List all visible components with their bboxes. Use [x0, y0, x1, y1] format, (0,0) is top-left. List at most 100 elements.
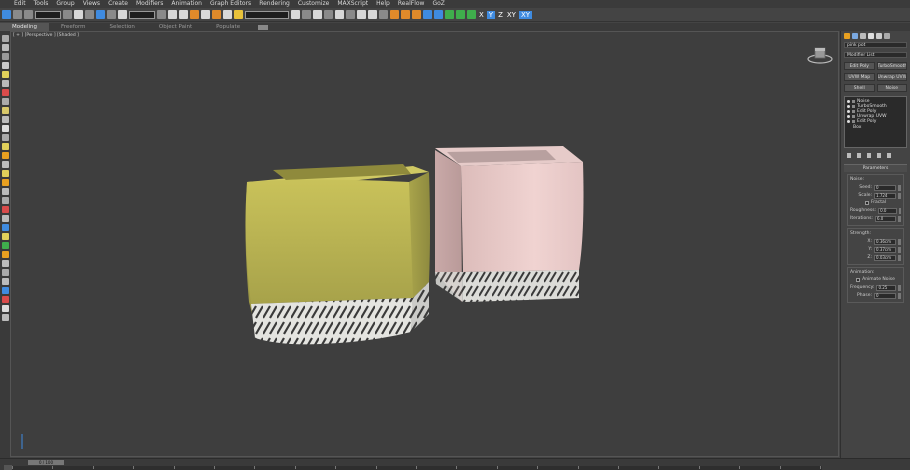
select-move-icon[interactable]	[96, 10, 105, 19]
menu-item-edit[interactable]: Edit	[0, 0, 30, 8]
ribbon-tab-object-paint[interactable]: Object Paint	[147, 24, 204, 30]
menu-item-maxscript[interactable]: MAXScript	[333, 0, 372, 8]
left-tool-icon-5[interactable]	[1, 71, 9, 78]
rect-selection-icon[interactable]	[85, 10, 94, 19]
menu-item-tools[interactable]: Tools	[30, 0, 53, 8]
modify-tab-icon[interactable]	[852, 32, 858, 39]
phase-field[interactable]: 0	[874, 292, 896, 299]
left-tool-icon-24[interactable]	[1, 242, 9, 249]
left-tool-icon-16[interactable]	[1, 170, 9, 177]
manipulate-icon[interactable]	[168, 10, 177, 19]
viewcube-icon[interactable]	[806, 44, 834, 66]
axis-constraint-y[interactable]: Y	[486, 10, 496, 19]
bulb-icon[interactable]	[847, 100, 850, 103]
menu-item-views[interactable]: Views	[79, 0, 104, 8]
stack-base-object[interactable]: Box	[847, 125, 904, 130]
turbosmooth-button[interactable]: TurboSmooth	[876, 62, 907, 70]
render-iterative-icon[interactable]	[401, 10, 410, 19]
bulb-icon[interactable]	[847, 120, 850, 123]
left-tool-icon-4[interactable]	[1, 62, 9, 69]
roughness-spinner[interactable]	[898, 207, 901, 214]
parameters-rollout-title[interactable]: Parameters	[844, 165, 907, 172]
utilities-tab-icon[interactable]	[884, 32, 890, 39]
left-tool-icon-17[interactable]	[1, 179, 9, 186]
roughness-field[interactable]: 0.0	[878, 207, 897, 214]
menu-item-graph-editors[interactable]: Graph Editors	[206, 0, 255, 8]
link-icon[interactable]	[24, 10, 33, 19]
stack-item[interactable]: Edit Poly	[847, 119, 904, 124]
left-tool-icon-30[interactable]	[1, 296, 9, 303]
ribbon-tab-populate[interactable]: Populate	[204, 24, 252, 30]
iterations-field[interactable]: 6.0	[874, 215, 897, 222]
reference-coordinate-dropdown[interactable]	[129, 10, 155, 19]
uvw-map-button[interactable]: UVW Map	[844, 73, 875, 81]
realflow-icon-2[interactable]	[434, 10, 443, 19]
left-tool-icon-26[interactable]	[1, 260, 9, 267]
menu-item-animation[interactable]: Animation	[167, 0, 206, 8]
unwrap-uvw-button[interactable]: Unwrap UVW	[876, 73, 907, 81]
schematic-view-icon[interactable]	[346, 10, 355, 19]
configure-sets-icon[interactable]	[887, 153, 891, 158]
hierarchy-tab-icon[interactable]	[860, 32, 866, 39]
left-tool-icon-32[interactable]	[1, 314, 9, 321]
axis-constraint-z[interactable]: Z	[497, 11, 504, 19]
left-tool-icon-29[interactable]	[1, 287, 9, 294]
spinner-snap-icon[interactable]	[223, 10, 232, 19]
left-tool-icon-8[interactable]	[1, 98, 9, 105]
angle-snap-icon[interactable]	[201, 10, 210, 19]
ribbon-tab-freeform[interactable]: Freeform	[49, 24, 98, 30]
time-slider[interactable]: 0 / 100	[28, 460, 64, 465]
axis-constraint-x[interactable]: X	[478, 11, 485, 19]
graphite-toggle-icon[interactable]	[324, 10, 333, 19]
frequency-field[interactable]: 0.25	[876, 284, 897, 291]
iterations-spinner[interactable]	[898, 215, 901, 222]
menu-item-help[interactable]: Help	[372, 0, 394, 8]
pivot-center-icon[interactable]	[157, 10, 166, 19]
named-selection-dropdown[interactable]	[245, 10, 289, 19]
create-tab-icon[interactable]	[844, 32, 850, 39]
seed-field[interactable]: 0	[874, 184, 896, 191]
select-object-icon[interactable]	[63, 10, 72, 19]
left-tool-icon-6[interactable]	[1, 80, 9, 87]
left-tool-icon-9[interactable]	[1, 107, 9, 114]
remove-modifier-icon[interactable]	[877, 153, 881, 158]
goz-icon-1[interactable]	[445, 10, 454, 19]
axis-constraint-xy[interactable]: XY	[506, 11, 517, 19]
bulb-icon[interactable]	[847, 105, 850, 108]
maxscript-listener-field[interactable]	[4, 465, 12, 470]
object-name-field[interactable]: pink pot	[844, 42, 907, 48]
rendered-frame-icon[interactable]	[379, 10, 388, 19]
left-tool-icon-2[interactable]	[1, 44, 9, 51]
axis-constraint-xy-2[interactable]: XY	[518, 10, 533, 19]
bulb-icon[interactable]	[847, 115, 850, 118]
strength-z-spinner[interactable]	[898, 254, 901, 261]
select-scale-icon[interactable]	[118, 10, 127, 19]
left-tool-icon-22[interactable]	[1, 224, 9, 231]
left-tool-icon-13[interactable]	[1, 143, 9, 150]
track-bar[interactable]	[12, 466, 822, 470]
material-editor-icon[interactable]	[357, 10, 366, 19]
menu-item-goz[interactable]: GoZ	[428, 0, 448, 8]
shell-button[interactable]: Shell	[844, 84, 875, 92]
menu-item-customize[interactable]: Customize	[294, 0, 334, 8]
noise-button[interactable]: Noise	[876, 84, 907, 92]
pink-pot-model[interactable]	[435, 146, 584, 302]
menu-item-realflow[interactable]: RealFlow	[394, 0, 429, 8]
left-tool-icon-19[interactable]	[1, 197, 9, 204]
goz-icon-3[interactable]	[467, 10, 476, 19]
layer-manager-icon[interactable]	[313, 10, 322, 19]
select-rotate-icon[interactable]	[107, 10, 116, 19]
left-tool-icon-28[interactable]	[1, 278, 9, 285]
phase-spinner[interactable]	[898, 292, 901, 299]
left-tool-icon-14[interactable]	[1, 152, 9, 159]
make-unique-icon[interactable]	[867, 153, 871, 158]
undo-icon[interactable]	[2, 10, 11, 19]
strength-z-field[interactable]: 0.03cm	[874, 254, 896, 261]
strength-y-spinner[interactable]	[898, 246, 901, 253]
scale-spinner[interactable]	[898, 192, 901, 199]
seed-spinner[interactable]	[898, 184, 901, 191]
left-tool-icon-3[interactable]	[1, 53, 9, 60]
menu-item-group[interactable]: Group	[52, 0, 78, 8]
motion-tab-icon[interactable]	[868, 32, 874, 39]
left-tool-icon-23[interactable]	[1, 233, 9, 240]
